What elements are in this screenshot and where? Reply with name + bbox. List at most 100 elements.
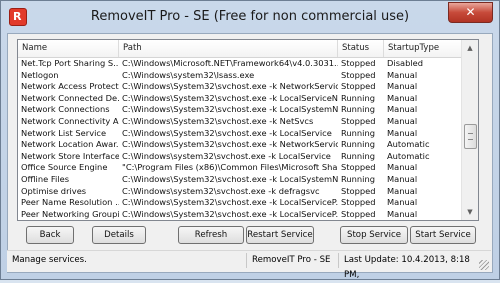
service-status-cell: Stopped <box>341 115 376 126</box>
status-message: Manage services. <box>7 253 247 268</box>
column-header-status[interactable]: Status <box>338 40 384 57</box>
service-name-cell: Network Connected De... <box>21 92 119 103</box>
table-row[interactable]: Peer Networking Groupi... C:\Windows\Syst… <box>18 208 462 220</box>
scroll-up-arrow-icon[interactable]: ▲ <box>462 40 478 56</box>
service-name-cell: Optimise drives <box>21 185 87 196</box>
service-startup-type-cell: Manual <box>387 127 418 138</box>
close-button[interactable]: ✕ <box>448 2 493 23</box>
status-bar: Manage services. RemoveIT Pro - SE Last … <box>7 250 491 280</box>
scroll-down-arrow-icon[interactable]: ▼ <box>462 204 478 220</box>
details-button[interactable]: Details <box>92 226 146 244</box>
service-name-cell: Offline Files <box>21 173 70 184</box>
service-status-cell: Stopped <box>341 81 376 92</box>
column-header-path[interactable]: Path <box>119 40 338 57</box>
table-row[interactable]: Network Connected De... C:\Windows\System… <box>18 93 462 105</box>
service-name-cell: Netlogon <box>21 69 59 80</box>
back-button[interactable]: Back <box>26 226 74 244</box>
service-name-cell: Network Store Interface... <box>21 150 119 161</box>
table-row[interactable]: Network Store Interface... C:\Windows\sys… <box>18 151 462 163</box>
service-path-cell: C:\Windows\System32\svchost.exe -k Local… <box>122 208 338 219</box>
service-status-cell: Running <box>341 104 375 115</box>
status-last-update: Last Update: 10.4.2013, 8:18 PM, <box>344 255 470 280</box>
service-path-cell: C:\Windows\System32\svchost.exe -k Netwo… <box>122 81 338 92</box>
service-path-cell: C:\Windows\System32\svchost.exe -k Local… <box>122 92 338 103</box>
scrollbar-thumb[interactable] <box>464 124 477 149</box>
service-status-cell: Stopped <box>338 220 384 221</box>
service-status-cell: Running <box>341 150 375 161</box>
service-startup-type-cell: Manual <box>387 208 418 219</box>
table-row[interactable]: Network Connections C:\Windows\System32\s… <box>18 104 462 116</box>
service-name-cell: Peer Networking Groupi... <box>21 208 119 219</box>
services-list[interactable]: Name Path Status StartupType Net.Tcp Por… <box>17 39 479 221</box>
service-status-cell: Running <box>341 127 375 138</box>
service-name-cell: Network Access Protect... <box>21 81 119 92</box>
service-name-cell: Network Location Awar... <box>21 139 119 150</box>
service-startup-type-cell: Automatic <box>387 139 430 150</box>
table-row[interactable]: Network Access Protect... C:\Windows\Syst… <box>18 81 462 93</box>
column-header-startup-type[interactable]: StartupType <box>384 40 462 57</box>
service-status-cell: Stopped <box>341 197 376 208</box>
service-startup-type-cell: Manual <box>387 104 418 115</box>
table-row[interactable]: Network Location Awar... C:\Windows\Syste… <box>18 139 462 151</box>
service-status-cell: Running <box>341 139 375 150</box>
service-path-cell: C:\Windows\System32\svchost.exe -k Local… <box>122 104 338 115</box>
window-title: RemoveIT Pro - SE (Free for non commerci… <box>90 9 410 24</box>
vertical-scrollbar[interactable]: ▲ ▼ <box>461 40 478 220</box>
title-bar[interactable]: R RemoveIT Pro - SE (Free for non commer… <box>1 1 499 35</box>
table-row[interactable]: Optimise drives C:\Windows\system32\svcho… <box>18 186 462 198</box>
table-row[interactable]: Netlogon C:\Windows\system32\lsass.exe Sto… <box>18 70 462 82</box>
service-status-cell: Stopped <box>341 69 376 80</box>
table-row[interactable]: Network List Service C:\Windows\System32\… <box>18 128 462 140</box>
service-path-cell: C:\Windows\system32\svchost.exe -k defra… <box>122 185 320 196</box>
service-name-cell: Net.Tcp Port Sharing S... <box>21 58 119 68</box>
service-path-cell: C:\Windows\System32\svchost.exe -k Local… <box>122 127 332 138</box>
thumb-grip-icon <box>468 133 473 140</box>
list-header: Name Path Status StartupType <box>18 40 462 58</box>
column-header-name[interactable]: Name <box>18 40 119 57</box>
restart-service-button[interactable]: Restart Service <box>246 226 314 244</box>
service-status-cell: Stopped <box>341 162 376 173</box>
service-path-cell: "C:\Program Files (x86)\Common Files\Mic… <box>122 162 338 173</box>
refresh-button[interactable]: Refresh <box>178 226 244 244</box>
service-startup-type-cell: Disabled <box>387 58 424 68</box>
service-name-cell: Office Source Engine <box>21 162 108 173</box>
service-startup-type-cell: Manual <box>384 220 462 221</box>
service-startup-type-cell: Manual <box>387 69 418 80</box>
resize-grip-icon[interactable] <box>479 260 489 270</box>
service-name-cell: Peer Networking Identit... <box>18 220 119 221</box>
table-row[interactable]: Peer Name Resolution ... C:\Windows\Syste… <box>18 197 462 209</box>
service-path-cell: C:\Windows\System32\svchost.exe -k Local… <box>122 197 338 208</box>
table-row[interactable]: Office Source Engine "C:\Program Files (x… <box>18 162 462 174</box>
table-row[interactable]: Offline Files C:\Windows\System32\svchost… <box>18 174 462 186</box>
service-path-cell: C:\Windows\system32\svchost.exe -k Local… <box>122 150 331 161</box>
service-name-cell: Network Connections <box>21 104 110 115</box>
table-row[interactable]: Network Connectivity A... C:\Windows\Syst… <box>18 116 462 128</box>
service-startup-type-cell: Manual <box>387 162 418 173</box>
list-rows: Net.Tcp Port Sharing S... C:\Windows\Micr… <box>18 58 462 221</box>
service-name-cell: Peer Name Resolution ... <box>21 197 119 208</box>
service-startup-type-cell: Manual <box>387 173 418 184</box>
table-row[interactable]: Net.Tcp Port Sharing S... C:\Windows\Micr… <box>18 58 462 70</box>
service-startup-type-cell: Automatic <box>387 150 430 161</box>
service-startup-type-cell: Manual <box>387 81 418 92</box>
service-status-cell: Running <box>341 92 375 103</box>
service-startup-type-cell: Manual <box>387 185 418 196</box>
service-name-cell: Network Connectivity A... <box>21 115 119 126</box>
service-status-cell: Running <box>341 173 375 184</box>
service-path-cell: C:\Windows\System32\svchost.exe -k Local… <box>122 173 338 184</box>
service-path-cell: C:\Windows\System32\svchost.exe -k NetSv… <box>122 115 314 126</box>
service-startup-type-cell: Manual <box>387 92 418 103</box>
service-name-cell: Network List Service <box>21 127 107 138</box>
service-path-cell: C:\Windows\Microsoft.NET\Framework64\v4.… <box>122 58 338 68</box>
service-path-cell: C:\Windows\System32\svchost.exe -k Netwo… <box>122 139 338 150</box>
service-status-cell: Stopped <box>341 208 376 219</box>
service-status-cell: Stopped <box>341 185 376 196</box>
service-startup-type-cell: Manual <box>387 197 418 208</box>
service-startup-type-cell: Manual <box>387 115 418 126</box>
table-row[interactable]: Peer Networking Identit...C:\Windows\Sys… <box>18 220 462 221</box>
service-path-cell: C:\Windows\system32\lsass.exe <box>122 69 255 80</box>
service-path-cell: C:\Windows\System32\svchost.exe -k Local… <box>119 220 338 221</box>
service-status-cell: Stopped <box>341 58 376 68</box>
start-service-button[interactable]: Start Service <box>410 226 476 244</box>
stop-service-button[interactable]: Stop Service <box>340 226 408 244</box>
